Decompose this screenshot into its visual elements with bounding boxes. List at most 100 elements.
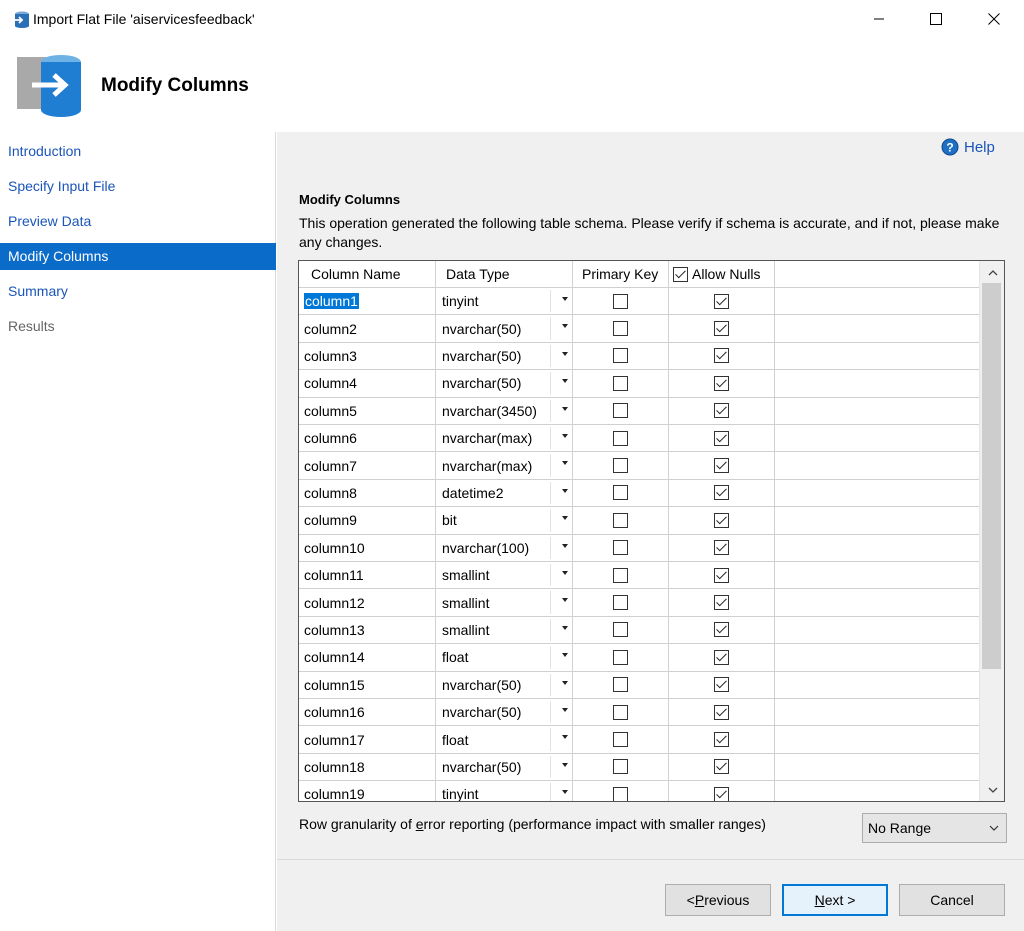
- next-button[interactable]: Next >: [782, 884, 888, 916]
- primary-key-checkbox[interactable]: [613, 540, 628, 556]
- data-type-dropdown[interactable]: smallint: [436, 562, 573, 589]
- data-type-dropdown[interactable]: nvarchar(3450): [436, 397, 573, 424]
- maximize-button[interactable]: [907, 0, 965, 38]
- table-row[interactable]: column17 float: [299, 726, 979, 754]
- column-name-cell[interactable]: column7: [299, 452, 436, 479]
- table-row[interactable]: column3 nvarchar(50): [299, 342, 979, 371]
- nav-item-introduction[interactable]: Introduction: [0, 138, 276, 165]
- primary-key-checkbox[interactable]: [613, 348, 628, 364]
- nav-item-modify-columns[interactable]: Modify Columns: [0, 243, 276, 270]
- dropdown-arrow-icon[interactable]: [562, 790, 568, 795]
- data-type-dropdown[interactable]: nvarchar(50): [436, 753, 573, 781]
- allow-nulls-checkbox[interactable]: [714, 567, 729, 583]
- table-row[interactable]: column12 smallint: [299, 589, 979, 617]
- table-row[interactable]: column14 float: [299, 644, 979, 672]
- allow-nulls-checkbox[interactable]: [714, 649, 729, 665]
- dropdown-arrow-icon[interactable]: [562, 379, 568, 384]
- table-row[interactable]: column15 nvarchar(50): [299, 671, 979, 699]
- allow-nulls-checkbox[interactable]: [714, 348, 729, 364]
- scroll-down-button[interactable]: [980, 779, 1004, 801]
- data-type-dropdown[interactable]: nvarchar(50): [436, 699, 573, 726]
- table-row[interactable]: column5 nvarchar(3450): [299, 397, 979, 425]
- header-primary-key[interactable]: Primary Key: [573, 261, 669, 288]
- column-name-cell[interactable]: column5: [299, 397, 436, 424]
- table-row[interactable]: column18 nvarchar(50): [299, 753, 979, 782]
- scroll-thumb[interactable]: [982, 283, 1001, 669]
- data-type-dropdown[interactable]: nvarchar(max): [436, 425, 573, 452]
- primary-key-checkbox[interactable]: [613, 704, 628, 720]
- allow-nulls-checkbox[interactable]: [714, 540, 729, 556]
- data-type-dropdown[interactable]: nvarchar(max): [436, 452, 573, 479]
- primary-key-checkbox[interactable]: [613, 485, 628, 501]
- data-type-dropdown[interactable]: nvarchar(50): [436, 315, 573, 342]
- primary-key-checkbox[interactable]: [613, 622, 628, 638]
- table-row[interactable]: column13 smallint: [299, 616, 979, 645]
- allow-nulls-checkbox[interactable]: [714, 622, 729, 638]
- primary-key-checkbox[interactable]: [613, 595, 628, 611]
- column-name-cell[interactable]: column12: [299, 589, 436, 616]
- dropdown-arrow-icon[interactable]: [562, 461, 568, 466]
- allow-nulls-checkbox[interactable]: [714, 293, 729, 309]
- dropdown-arrow-icon[interactable]: [562, 735, 568, 740]
- primary-key-checkbox[interactable]: [613, 732, 628, 748]
- table-row[interactable]: column10 nvarchar(100): [299, 534, 979, 562]
- allow-nulls-checkbox[interactable]: [714, 595, 729, 611]
- cancel-button[interactable]: Cancel: [899, 884, 1005, 916]
- dropdown-arrow-icon[interactable]: [562, 516, 568, 521]
- allow-nulls-checkbox[interactable]: [714, 403, 729, 419]
- column-name-cell[interactable]: column10: [299, 534, 436, 561]
- allow-nulls-checkbox[interactable]: [714, 430, 729, 446]
- allow-nulls-checkbox[interactable]: [714, 458, 729, 474]
- dropdown-arrow-icon[interactable]: [562, 762, 568, 767]
- grid-scrollbar[interactable]: [979, 261, 1004, 801]
- dropdown-arrow-icon[interactable]: [562, 543, 568, 548]
- column-name-cell[interactable]: column1: [299, 288, 436, 315]
- column-name-cell[interactable]: column16: [299, 699, 436, 726]
- data-type-dropdown[interactable]: nvarchar(50): [436, 671, 573, 698]
- allow-nulls-checkbox[interactable]: [714, 512, 729, 528]
- data-type-dropdown[interactable]: nvarchar(50): [436, 342, 573, 370]
- data-type-dropdown[interactable]: tinyint: [436, 781, 573, 801]
- column-name-cell[interactable]: column4: [299, 370, 436, 397]
- dropdown-arrow-icon[interactable]: [562, 571, 568, 575]
- allow-nulls-checkbox[interactable]: [714, 732, 729, 748]
- nav-item-specify-input-file[interactable]: Specify Input File: [0, 173, 276, 200]
- allow-nulls-checkbox[interactable]: [714, 786, 729, 801]
- allow-nulls-all-checkbox[interactable]: [673, 267, 688, 282]
- dropdown-arrow-icon[interactable]: [562, 653, 568, 658]
- header-allow-nulls[interactable]: Allow Nulls: [669, 261, 775, 288]
- allow-nulls-checkbox[interactable]: [714, 375, 729, 391]
- allow-nulls-checkbox[interactable]: [714, 677, 729, 693]
- scroll-up-button[interactable]: [980, 261, 1004, 283]
- table-row[interactable]: column1 tinyint: [299, 288, 979, 316]
- minimize-button[interactable]: [850, 0, 908, 38]
- previous-button[interactable]: < Previous: [665, 884, 771, 916]
- dropdown-arrow-icon[interactable]: [562, 406, 568, 411]
- dropdown-arrow-icon[interactable]: [562, 351, 568, 356]
- primary-key-checkbox[interactable]: [613, 375, 628, 391]
- help-link[interactable]: ? Help: [941, 138, 995, 156]
- table-row[interactable]: column6 nvarchar(max): [299, 425, 979, 453]
- table-row[interactable]: column2 nvarchar(50): [299, 315, 979, 343]
- column-name-cell[interactable]: column13: [299, 616, 436, 644]
- dropdown-arrow-icon[interactable]: [562, 598, 568, 603]
- data-type-dropdown[interactable]: bit: [436, 507, 573, 534]
- column-name-cell[interactable]: column8: [299, 479, 436, 507]
- table-row[interactable]: column8 datetime2: [299, 479, 979, 508]
- primary-key-checkbox[interactable]: [613, 458, 628, 474]
- data-type-dropdown[interactable]: float: [436, 726, 573, 753]
- data-type-dropdown[interactable]: float: [436, 644, 573, 671]
- header-column-name[interactable]: Column Name: [299, 261, 436, 288]
- primary-key-checkbox[interactable]: [613, 649, 628, 665]
- dropdown-arrow-icon[interactable]: [562, 297, 568, 301]
- data-type-dropdown[interactable]: smallint: [436, 589, 573, 616]
- data-type-dropdown[interactable]: nvarchar(50): [436, 370, 573, 397]
- data-type-dropdown[interactable]: smallint: [436, 616, 573, 644]
- granularity-select[interactable]: No Range: [862, 813, 1007, 843]
- primary-key-checkbox[interactable]: [613, 567, 628, 583]
- table-row[interactable]: column7 nvarchar(max): [299, 452, 979, 480]
- column-name-cell[interactable]: column6: [299, 425, 436, 452]
- dropdown-arrow-icon[interactable]: [562, 625, 568, 630]
- allow-nulls-checkbox[interactable]: [714, 485, 729, 501]
- header-data-type[interactable]: Data Type: [436, 261, 573, 288]
